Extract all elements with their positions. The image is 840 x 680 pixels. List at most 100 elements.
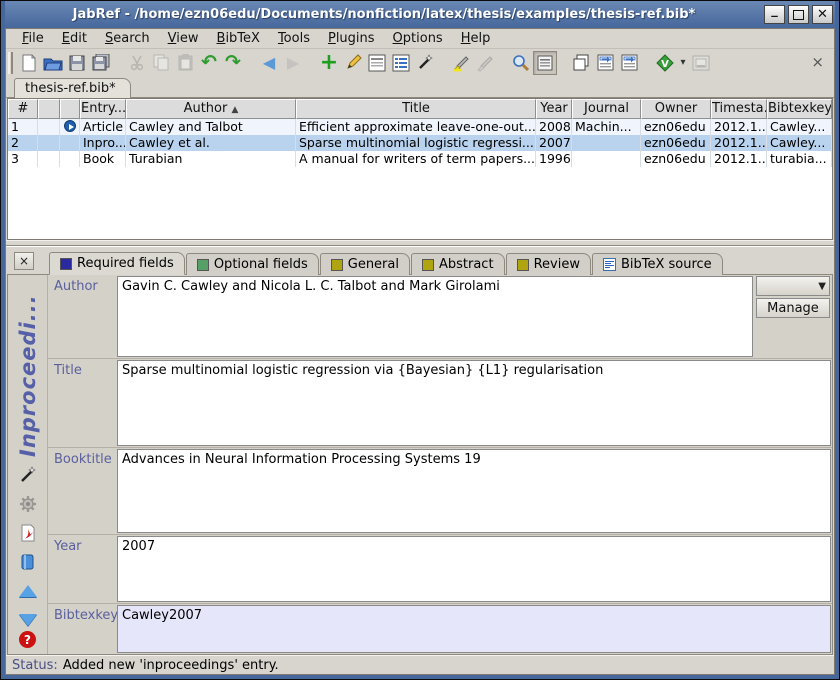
booktitle-field-row: Booktitle Advances in Neural Information… bbox=[48, 448, 832, 535]
source-icon bbox=[603, 258, 616, 271]
year-field[interactable]: 2007 bbox=[118, 537, 830, 601]
unmark-entries-icon[interactable] bbox=[473, 51, 497, 75]
menu-tools[interactable]: Tools bbox=[270, 30, 318, 47]
edit-entry-icon[interactable] bbox=[341, 51, 365, 75]
author-names-combobox[interactable]: ▼ bbox=[756, 276, 830, 296]
col-header-bibtexkey[interactable]: Bibtexkey bbox=[767, 99, 832, 119]
gear-icon[interactable] bbox=[17, 493, 39, 515]
duplicate-entry-icon[interactable] bbox=[569, 51, 593, 75]
svg-text:V: V bbox=[661, 59, 669, 70]
menu-edit[interactable]: Edit bbox=[54, 30, 95, 47]
copy-icon[interactable] bbox=[149, 51, 173, 75]
menu-help[interactable]: Help bbox=[453, 30, 499, 47]
menu-view[interactable]: View bbox=[160, 30, 207, 47]
menu-bibtex[interactable]: BibTeX bbox=[209, 30, 268, 47]
table-editor-splitter[interactable] bbox=[6, 240, 834, 247]
title-field[interactable]: Sparse multinomial logistic regression v… bbox=[118, 361, 830, 445]
forward-icon[interactable]: ▶ bbox=[281, 51, 305, 75]
bibtexkey-field[interactable]: Cawley2007 bbox=[118, 606, 830, 652]
import-into-current-icon[interactable] bbox=[593, 51, 617, 75]
maximize-button[interactable] bbox=[788, 5, 809, 24]
status-message: Added new 'inproceedings' entry. bbox=[63, 658, 279, 673]
menu-options[interactable]: Options bbox=[385, 30, 451, 47]
toggle-search-panel-icon[interactable] bbox=[533, 51, 557, 75]
col-header-number[interactable]: # bbox=[8, 99, 38, 119]
tab-bibtex-source[interactable]: BibTeX source bbox=[592, 253, 723, 275]
author-field-row: Author Gavin C. Cawley and Nicola L. C. … bbox=[48, 275, 832, 359]
save-all-icon[interactable] bbox=[89, 51, 113, 75]
col-header-author[interactable]: Author ▲ bbox=[126, 99, 296, 119]
open-file-icon[interactable] bbox=[689, 51, 713, 75]
sort-ascending-icon: ▲ bbox=[232, 105, 239, 115]
menu-file[interactable]: File bbox=[14, 30, 52, 47]
autogenerate-keys-icon[interactable] bbox=[413, 51, 437, 75]
required-fields-icon bbox=[60, 258, 72, 270]
tab-required-fields[interactable]: Required fields bbox=[49, 252, 185, 275]
open-database-icon[interactable] bbox=[41, 51, 65, 75]
back-icon[interactable]: ◀ bbox=[257, 51, 281, 75]
col-header-icon1[interactable] bbox=[38, 99, 60, 119]
new-database-icon[interactable] bbox=[17, 51, 41, 75]
close-button[interactable]: ✕ bbox=[812, 5, 833, 24]
booktitle-label: Booktitle bbox=[48, 448, 116, 534]
minimize-button[interactable]: _ bbox=[764, 5, 785, 24]
tab-review[interactable]: Review bbox=[506, 253, 591, 275]
database-tab-strip: thesis-ref.bib* bbox=[6, 77, 834, 98]
booktitle-field[interactable]: Advances in Neural Information Processin… bbox=[118, 450, 830, 532]
col-header-journal[interactable]: Journal bbox=[572, 99, 641, 119]
mark-entries-icon[interactable] bbox=[449, 51, 473, 75]
col-header-year[interactable]: Year bbox=[536, 99, 572, 119]
help-icon[interactable]: ? bbox=[19, 631, 36, 648]
menu-plugins[interactable]: Plugins bbox=[320, 30, 383, 47]
paste-icon[interactable] bbox=[173, 51, 197, 75]
general-tab-icon bbox=[331, 259, 343, 271]
optional-fields-icon bbox=[197, 259, 209, 271]
database-tab-label: thesis-ref.bib* bbox=[25, 81, 116, 96]
import-into-new-icon[interactable] bbox=[617, 51, 641, 75]
abstract-tab-icon bbox=[422, 259, 434, 271]
author-field[interactable]: Gavin C. Cawley and Nicola L. C. Talbot … bbox=[118, 277, 752, 356]
open-url-icon[interactable] bbox=[17, 551, 39, 573]
tab-optional-fields[interactable]: Optional fields bbox=[186, 253, 319, 275]
autogenerate-key-icon[interactable] bbox=[17, 464, 39, 486]
push-to-vim-icon[interactable]: V bbox=[653, 51, 677, 75]
push-dropdown-icon[interactable]: ▾ bbox=[677, 51, 689, 75]
col-header-timestamp[interactable]: Timesta... bbox=[711, 99, 767, 119]
tab-abstract[interactable]: Abstract bbox=[411, 253, 505, 275]
col-header-title[interactable]: Title bbox=[296, 99, 536, 119]
editor-fields: Author Gavin C. Cawley and Nicola L. C. … bbox=[48, 275, 832, 654]
database-tab[interactable]: thesis-ref.bib* bbox=[14, 78, 131, 98]
search-icon[interactable] bbox=[509, 51, 533, 75]
chevron-down-icon: ▼ bbox=[818, 281, 826, 292]
bibtexkey-label: Bibtexkey bbox=[48, 604, 116, 654]
menu-search[interactable]: Search bbox=[97, 30, 158, 47]
author-label: Author bbox=[48, 275, 116, 358]
menu-bar: File Edit Search View BibTeX Tools Plugi… bbox=[6, 29, 834, 49]
tab-general[interactable]: General bbox=[320, 253, 410, 275]
maximize-icon bbox=[793, 10, 804, 20]
close-icon: × bbox=[19, 254, 29, 268]
title-bar[interactable]: JabRef - /home/ezn06edu/Documents/nonfic… bbox=[5, 1, 835, 28]
editor-side-strip: Inproceedi... ? bbox=[8, 275, 48, 654]
year-field-row: Year 2007 bbox=[48, 535, 832, 604]
save-database-icon[interactable] bbox=[65, 51, 89, 75]
next-entry-icon[interactable] bbox=[17, 609, 39, 631]
manage-button[interactable]: Manage bbox=[756, 298, 830, 318]
col-header-entrytype[interactable]: Entry... bbox=[80, 99, 126, 119]
toolbar-drag-handle[interactable] bbox=[8, 52, 13, 74]
previous-entry-icon[interactable] bbox=[17, 580, 39, 602]
col-header-icon2[interactable] bbox=[60, 99, 80, 119]
editor-close-button[interactable]: × bbox=[14, 252, 34, 270]
close-sidepane-icon[interactable]: × bbox=[811, 55, 824, 70]
redo-icon[interactable]: ↷ bbox=[221, 51, 245, 75]
open-pdf-icon[interactable] bbox=[17, 522, 39, 544]
editor-tab-row: × Required fields Optional fields Genera… bbox=[6, 247, 834, 274]
toggle-preview-icon[interactable] bbox=[365, 51, 389, 75]
toggle-groups-icon[interactable] bbox=[389, 51, 413, 75]
undo-icon[interactable]: ↶ bbox=[197, 51, 221, 75]
col-header-owner[interactable]: Owner bbox=[641, 99, 711, 119]
window-title: JabRef - /home/ezn06edu/Documents/nonfic… bbox=[7, 7, 761, 22]
cut-icon[interactable] bbox=[125, 51, 149, 75]
url-icon[interactable] bbox=[64, 120, 76, 132]
new-entry-icon[interactable]: + bbox=[317, 51, 341, 75]
